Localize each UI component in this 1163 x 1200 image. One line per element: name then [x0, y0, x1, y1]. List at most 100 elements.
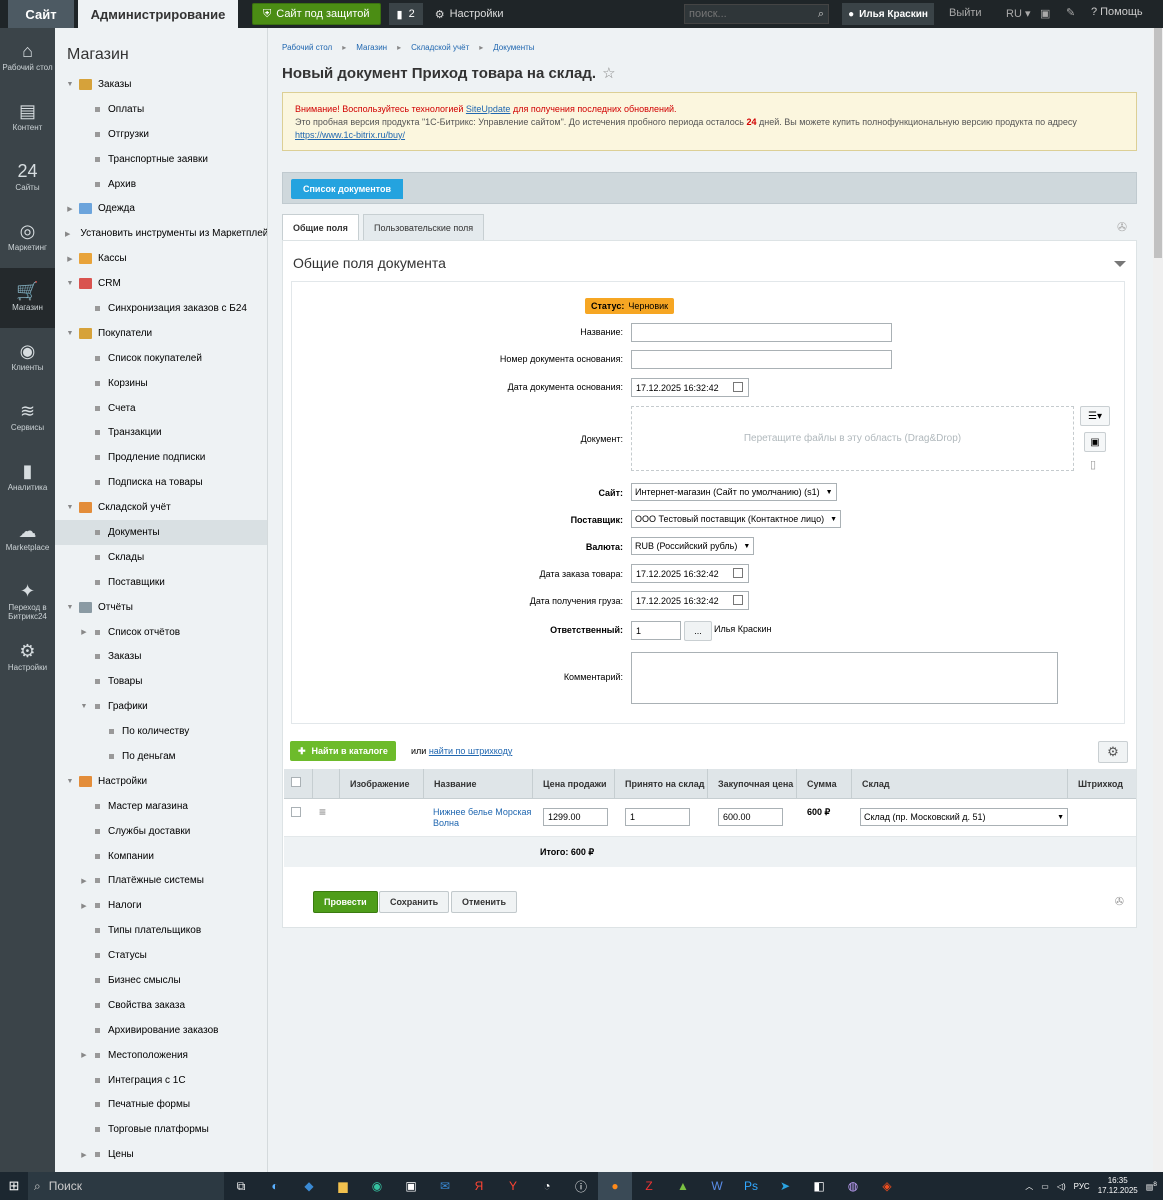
- calendar-icon[interactable]: [733, 382, 743, 392]
- nav-item[interactable]: ▤ Контент: [0, 88, 55, 148]
- comment-textarea[interactable]: [631, 652, 1058, 704]
- col-sum[interactable]: Сумма: [796, 769, 851, 799]
- col-image[interactable]: Изображение: [339, 769, 423, 799]
- price-input[interactable]: 1299.00: [543, 808, 608, 826]
- menu-item[interactable]: ▼ CRM: [55, 271, 267, 296]
- chevron-icon[interactable]: ▼: [65, 280, 75, 287]
- col-purchase[interactable]: Закупочная цена: [707, 769, 796, 799]
- menu-item[interactable]: Документы: [55, 520, 267, 545]
- nav-item[interactable]: ⌂ Рабочий стол: [0, 28, 55, 88]
- menu-icon[interactable]: ☰▾: [1080, 406, 1110, 426]
- breadcrumb-item[interactable]: Документы: [493, 43, 534, 52]
- word-icon[interactable]: W: [700, 1172, 734, 1200]
- breadcrumb-item[interactable]: Складской учёт: [411, 43, 469, 52]
- breadcrumb-item[interactable]: Магазин: [356, 43, 387, 52]
- store-select[interactable]: Склад (пр. Московский д. 51) ▼: [860, 808, 1068, 826]
- mail-icon[interactable]: ✉: [428, 1172, 462, 1200]
- calendar-icon[interactable]: [733, 568, 743, 578]
- site-tab[interactable]: Сайт: [8, 0, 74, 28]
- menu-item[interactable]: Продление подписки: [55, 445, 267, 470]
- chevron-icon[interactable]: ▼: [65, 330, 75, 337]
- responsible-field[interactable]: 1: [631, 621, 681, 640]
- menu-item[interactable]: Оплаты: [55, 97, 267, 122]
- notification-center-icon[interactable]: ▤8: [1146, 1181, 1157, 1192]
- nav-item[interactable]: ≋ Сервисы: [0, 388, 55, 448]
- panel-toggle-icon[interactable]: ▣: [1040, 7, 1050, 20]
- buy-link[interactable]: https://www.1c-bitrix.ru/buy/: [295, 130, 405, 140]
- nav-item[interactable]: ✦ Переход в Битрикс24: [0, 568, 55, 628]
- select-all-checkbox[interactable]: [291, 777, 301, 787]
- menu-item[interactable]: ▶ Список отчётов: [55, 620, 267, 645]
- siteupdate-link[interactable]: SiteUpdate: [466, 104, 511, 114]
- help-link[interactable]: ? Помощь: [1091, 6, 1143, 18]
- menu-item[interactable]: Бизнес смыслы: [55, 968, 267, 993]
- admin-tab[interactable]: Администрирование: [78, 0, 238, 28]
- pin-icon[interactable]: ✇: [1115, 895, 1124, 908]
- menu-item[interactable]: Интеграция с 1С: [55, 1068, 267, 1093]
- nav-item[interactable]: 🛒 Магазин: [0, 268, 55, 328]
- menu-item[interactable]: Отгрузки: [55, 122, 267, 147]
- user-button[interactable]: ● Илья Краскин: [842, 3, 934, 25]
- image-icon[interactable]: ▣: [1084, 432, 1106, 452]
- menu-item[interactable]: Счета: [55, 396, 267, 421]
- tab-custom[interactable]: Пользовательские поля: [363, 214, 485, 240]
- cancel-button[interactable]: Отменить: [451, 891, 517, 913]
- menu-item[interactable]: ▶ Установить инструменты из Маркетплейс: [55, 221, 267, 246]
- app-icon[interactable]: ◔: [530, 1172, 564, 1200]
- drag-handle-icon[interactable]: ≡: [319, 805, 326, 819]
- file-dropzone[interactable]: Перетащите файлы в эту область (Drag&Dro…: [631, 406, 1074, 471]
- page-scrollbar[interactable]: [1153, 28, 1163, 1172]
- menu-item[interactable]: ▶ Налоги: [55, 893, 267, 918]
- menu-item[interactable]: Подписка на товары: [55, 470, 267, 495]
- menu-item[interactable]: По количеству: [55, 719, 267, 744]
- col-qty[interactable]: Принято на склад: [614, 769, 707, 799]
- chevron-icon[interactable]: ▼: [65, 604, 75, 611]
- currency-select[interactable]: RUB (Российский рубль) ▼: [631, 537, 755, 555]
- menu-item[interactable]: Компании: [55, 844, 267, 869]
- nav-item[interactable]: ☁ Marketplace: [0, 508, 55, 568]
- firefox-icon[interactable]: ●: [598, 1172, 632, 1200]
- menu-item[interactable]: ▼ Заказы: [55, 72, 267, 97]
- telegram-icon[interactable]: ➤: [768, 1172, 802, 1200]
- search-input[interactable]: [689, 8, 804, 20]
- chevron-icon[interactable]: ▶: [79, 1051, 89, 1059]
- photoshop-icon[interactable]: Ps: [734, 1172, 768, 1200]
- calendar-icon[interactable]: [733, 595, 743, 605]
- menu-item[interactable]: ▼ Графики: [55, 694, 267, 719]
- app-icon[interactable]: ◐: [258, 1172, 292, 1200]
- col-store[interactable]: Склад: [851, 769, 1067, 799]
- responsible-picker-button[interactable]: ...: [684, 621, 712, 641]
- menu-item[interactable]: По деньгам: [55, 744, 267, 769]
- notifications-button[interactable]: ▮ 2: [388, 3, 423, 25]
- menu-item[interactable]: Склады: [55, 545, 267, 570]
- row-checkbox[interactable]: [291, 807, 301, 817]
- name-field[interactable]: [631, 323, 892, 342]
- document-list-button[interactable]: Список документов: [291, 179, 403, 199]
- menu-item[interactable]: Архивирование заказов: [55, 1018, 267, 1043]
- nav-item[interactable]: ▮ Аналитика: [0, 448, 55, 508]
- nav-item[interactable]: ◉ Клиенты: [0, 328, 55, 388]
- qty-input[interactable]: 1: [625, 808, 690, 826]
- file-icon[interactable]: ▯: [1090, 458, 1112, 471]
- col-name[interactable]: Название: [423, 769, 532, 799]
- barcode-link[interactable]: найти по штрихкоду: [429, 746, 513, 756]
- taskbar-search[interactable]: ⌕ Поиск: [28, 1172, 224, 1200]
- pin-icon[interactable]: ✇: [1117, 220, 1127, 234]
- supplier-select[interactable]: ООО Тестовый поставщик (Контактное лицо)…: [631, 510, 842, 528]
- nav-item[interactable]: ⚙ Настройки: [0, 628, 55, 688]
- menu-item[interactable]: ▼ Отчёты: [55, 595, 267, 620]
- base-number-field[interactable]: [631, 350, 892, 369]
- filezilla-icon[interactable]: Z: [632, 1172, 666, 1200]
- chevron-icon[interactable]: ▶: [65, 230, 70, 238]
- clock[interactable]: 16:35 17.12.2025: [1098, 1176, 1138, 1196]
- menu-item[interactable]: ▶ Платёжные системы: [55, 869, 267, 894]
- menu-item[interactable]: ▶ Цены: [55, 1142, 267, 1167]
- grid-settings-button[interactable]: ⚙: [1098, 741, 1128, 763]
- menu-item[interactable]: Товары: [55, 669, 267, 694]
- chevron-icon[interactable]: ▼: [65, 778, 75, 785]
- collapse-icon[interactable]: [1114, 261, 1126, 267]
- save-button[interactable]: Сохранить: [379, 891, 450, 913]
- menu-item[interactable]: ▼ Настройки: [55, 769, 267, 794]
- logout-link[interactable]: Выйти: [949, 7, 982, 19]
- menu-item[interactable]: Печатные формы: [55, 1093, 267, 1118]
